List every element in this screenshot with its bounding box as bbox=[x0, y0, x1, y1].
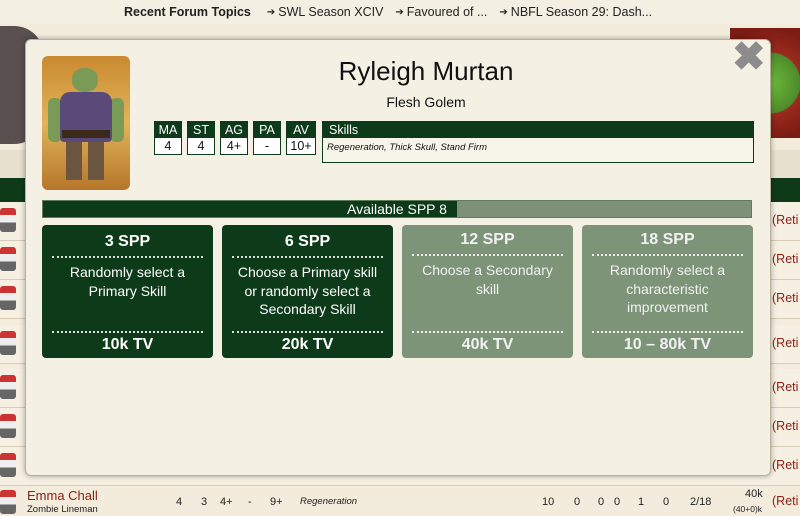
dotted-divider bbox=[412, 254, 563, 256]
option-tv: 20k TV bbox=[281, 336, 334, 353]
retire-link[interactable]: (Reti bbox=[772, 419, 798, 433]
player-avatar bbox=[0, 286, 16, 310]
player-count: 0 bbox=[598, 496, 605, 508]
recent-forum-topics-bar: Recent Forum Topics ➔ SWL Season XCIV ➔ Fa… bbox=[0, 0, 800, 24]
stat-ma: MA 4 bbox=[154, 121, 182, 155]
close-icon[interactable]: ✖ bbox=[732, 37, 766, 77]
player-av: 9+ bbox=[270, 496, 283, 508]
retire-link[interactable]: (Reti bbox=[772, 494, 798, 508]
stat-label: PA bbox=[254, 122, 280, 138]
stat-value: 10+ bbox=[290, 139, 312, 153]
player-spp: 10 bbox=[542, 496, 555, 508]
advancement-option-12spp[interactable]: 12 SPP Choose a Secondary skill 40k TV bbox=[402, 225, 573, 358]
available-spp-bar: Available SPP 8 bbox=[42, 200, 752, 218]
player-value: 40k bbox=[745, 488, 763, 500]
forum-topic-link[interactable]: ➔ NBFL Season 29: Dash... bbox=[499, 5, 652, 19]
player-position-subtitle: Flesh Golem bbox=[386, 94, 466, 110]
player-avatar bbox=[0, 375, 16, 399]
stat-pa: PA - bbox=[253, 121, 281, 155]
player-skills: Regeneration bbox=[300, 496, 358, 507]
player-pa: - bbox=[248, 496, 252, 508]
stat-label: AV bbox=[287, 122, 315, 138]
option-cost: 3 SPP bbox=[104, 233, 151, 250]
topic-arrow-icon: ➔ bbox=[395, 6, 404, 18]
player-position: Zombie Lineman bbox=[27, 504, 98, 515]
dotted-divider bbox=[52, 331, 203, 333]
stat-av: AV 10+ bbox=[286, 121, 316, 155]
player-avatar bbox=[0, 453, 16, 477]
option-tv: 40k TV bbox=[461, 336, 514, 353]
recent-forum-topics-label: Recent Forum Topics bbox=[124, 5, 251, 19]
advancement-option-6spp[interactable]: 6 SPP Choose a Primary skill or randomly… bbox=[222, 225, 393, 358]
player-name-link[interactable]: Emma Chall bbox=[27, 488, 98, 503]
stat-value: 4+ bbox=[226, 139, 242, 153]
stat-value: 4 bbox=[164, 139, 172, 153]
player-portrait bbox=[42, 56, 130, 190]
option-cost: 6 SPP bbox=[284, 233, 331, 250]
stat-value: - bbox=[264, 139, 270, 153]
player-stats: MA 4 ST 4 AG 4+ PA - AV 10+ bbox=[154, 121, 316, 155]
topic-arrow-icon: ➔ bbox=[266, 6, 276, 18]
player-spp-fraction: 2/18 bbox=[690, 496, 712, 508]
player-avatar bbox=[0, 490, 16, 514]
forum-topic-link[interactable]: ➔ Favoured of ... bbox=[395, 5, 487, 19]
player-avatar bbox=[0, 331, 16, 355]
option-description: Randomly select a characteristic improve… bbox=[609, 262, 726, 315]
skill-advancement-modal: ✖ Ryleigh Murtan Flesh Golem MA 4 ST 4 A… bbox=[25, 37, 771, 476]
option-description: Choose a Primary skill or randomly selec… bbox=[237, 264, 378, 317]
dotted-divider bbox=[52, 256, 203, 258]
player-name-title: Ryleigh Murtan bbox=[338, 56, 514, 86]
stat-label: MA bbox=[155, 122, 181, 138]
skills-list: Regeneration, Thick Skull, Stand Firm bbox=[327, 142, 487, 153]
option-tv: 10k TV bbox=[101, 336, 154, 353]
dotted-divider bbox=[232, 331, 383, 333]
advancement-option-18spp[interactable]: 18 SPP Randomly select a characteristic … bbox=[582, 225, 753, 358]
retire-link[interactable]: (Reti bbox=[772, 458, 798, 472]
advancement-option-3spp[interactable]: 3 SPP Randomly select a Primary Skill 10… bbox=[42, 225, 213, 358]
retire-link[interactable]: (Reti bbox=[772, 291, 798, 305]
player-count: 0 bbox=[663, 496, 670, 508]
player-avatar bbox=[0, 208, 16, 232]
player-count: 0 bbox=[574, 496, 581, 508]
dotted-divider bbox=[412, 331, 563, 333]
skills-header: Skills bbox=[323, 122, 753, 138]
retire-link[interactable]: (Reti bbox=[772, 380, 798, 394]
dotted-divider bbox=[592, 331, 743, 333]
stat-label: ST bbox=[188, 122, 214, 138]
stat-st: ST 4 bbox=[187, 121, 215, 155]
skills-box: Skills Regeneration, Thick Skull, Stand … bbox=[322, 121, 754, 163]
option-description: Randomly select a Primary Skill bbox=[69, 264, 186, 299]
dotted-divider bbox=[232, 256, 383, 258]
player-ag: 4+ bbox=[220, 496, 233, 508]
player-count: 0 bbox=[614, 496, 621, 508]
retire-link[interactable]: (Reti bbox=[772, 252, 798, 266]
player-st: 3 bbox=[201, 496, 208, 508]
retire-link[interactable]: (Reti bbox=[772, 336, 798, 350]
roster-row-bottom: Emma Chall Zombie Lineman 4 3 4+ - 9+ Re… bbox=[0, 486, 800, 516]
stat-label: AG bbox=[221, 122, 247, 138]
option-tv: 10 – 80k TV bbox=[623, 336, 712, 353]
dotted-divider bbox=[592, 254, 743, 256]
option-cost: 12 SPP bbox=[460, 231, 515, 248]
available-spp-label: Available SPP 8 bbox=[347, 201, 447, 217]
option-description: Choose a Secondary skill bbox=[422, 262, 553, 297]
advancement-options: 3 SPP Randomly select a Primary Skill 10… bbox=[42, 225, 753, 358]
option-cost: 18 SPP bbox=[640, 231, 695, 248]
retire-link[interactable]: (Reti bbox=[772, 213, 798, 227]
player-value-breakdown: (40+0)k bbox=[733, 504, 763, 514]
player-avatar bbox=[0, 247, 16, 271]
forum-topic-link[interactable]: ➔ SWL Season XCIV bbox=[267, 5, 384, 19]
stat-value: 4 bbox=[197, 139, 205, 153]
player-avatar bbox=[0, 414, 16, 438]
player-ma: 4 bbox=[176, 496, 183, 508]
topic-arrow-icon: ➔ bbox=[499, 6, 508, 18]
player-count: 1 bbox=[638, 496, 645, 508]
stat-ag: AG 4+ bbox=[220, 121, 248, 155]
